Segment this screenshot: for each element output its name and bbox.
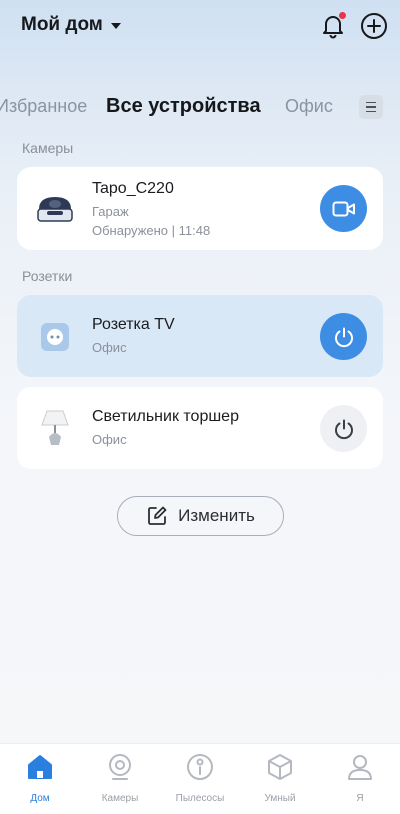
home-title: Мой дом [21,14,103,35]
cube-icon [268,754,292,780]
nav-item-cameras[interactable]: Камеры [80,752,160,804]
camera-icon [109,754,131,780]
home-selector[interactable]: Мой дом [21,14,121,36]
nav-item-vacuums[interactable]: Пылесосы [160,752,240,804]
live-view-button[interactable] [320,185,367,232]
nav-item-smart[interactable]: Умный [240,752,320,804]
nav-label: Камеры [101,793,139,804]
device-room: Офис [92,340,127,355]
power-icon [334,327,353,347]
power-icon [334,419,353,439]
room-tabs: Избранное Все устройства Офис [0,90,400,126]
add-icon[interactable] [360,12,388,40]
device-room: Офис [92,432,127,447]
home-icon [28,755,52,779]
edit-button[interactable]: Изменить [117,496,284,536]
nav-label: Дом [30,793,50,804]
smart-plug-icon [41,323,69,351]
device-card-floor-lamp[interactable]: Светильник торшер Офис [17,387,383,469]
power-toggle-button[interactable] [320,313,367,360]
device-name: Светильник торшер [92,408,239,425]
floor-lamp-icon [41,410,69,445]
nav-item-me[interactable]: Я [320,752,400,804]
device-card-camera[interactable]: Tapo_C220 Гараж Обнаружено | 11:48 [17,167,383,250]
device-name: Розетка TV [92,316,175,333]
camera-device-icon [37,197,73,222]
nav-item-home[interactable]: Дом [0,752,80,804]
device-status: Обнаружено | 11:48 [92,223,211,238]
video-camera-icon [332,201,355,216]
edit-icon [148,506,167,525]
device-name: Tapo_C220 [92,180,174,197]
power-toggle-button[interactable] [320,405,367,452]
section-sockets-label: Розетки [22,268,73,284]
notification-dot [339,12,346,19]
nav-label: Я [356,793,364,804]
device-room: Гараж [92,204,129,219]
bottom-nav: Дом Камеры Пылесосы Умный Я [0,743,400,814]
tab-favorites[interactable]: Избранное [0,96,87,117]
caret-down-icon [110,23,121,29]
top-bar: Мой дом [0,0,400,60]
device-card-socket-tv[interactable]: Розетка TV Офис [17,295,383,377]
person-icon [348,755,372,780]
section-cameras-label: Камеры [22,140,74,156]
nav-label: Умный [264,793,296,804]
tabs-menu-icon[interactable] [359,95,383,119]
vacuum-icon [187,754,213,780]
nav-label: Пылесосы [175,793,225,804]
tab-office[interactable]: Офис [285,96,333,117]
edit-button-label: Изменить [178,506,255,525]
tab-all-devices[interactable]: Все устройства [106,95,261,118]
